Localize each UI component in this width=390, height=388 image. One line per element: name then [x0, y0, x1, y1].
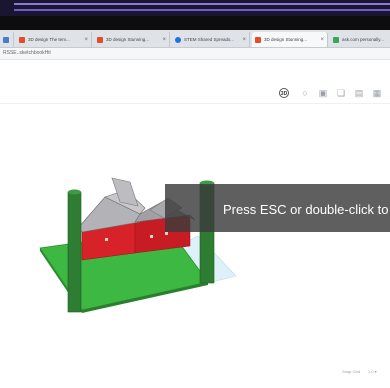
address-bar[interactable]: RSSE..sketchbookHit	[0, 48, 390, 60]
browser-tab[interactable]	[0, 32, 14, 47]
tab-title: 3D design Stunning...	[106, 37, 150, 42]
align-icon[interactable]: ▦	[372, 88, 382, 98]
close-icon[interactable]: ×	[320, 37, 324, 43]
lightbulb-icon[interactable]: ○	[300, 88, 310, 98]
browser-tab[interactable]: ask.com personally...	[330, 32, 390, 47]
window	[165, 232, 168, 235]
view-cube-icon[interactable]: 3D	[279, 88, 289, 98]
workspace-toolbar: 3D ○ ▣ ❏ ▤ ▦	[0, 82, 390, 104]
esc-hint-overlay: Press ESC or double-click to	[165, 184, 390, 232]
top-stripe	[0, 0, 390, 16]
browser-tabstrip: 3D design The tem... × 3D design Stunnin…	[0, 30, 390, 48]
favicon-icon	[333, 36, 339, 43]
close-icon[interactable]: ×	[242, 37, 246, 43]
shape-icon[interactable]: ▣	[318, 88, 328, 98]
browser-tab[interactable]: 3D design Stunning... ×	[94, 32, 170, 47]
copy-icon[interactable]: ❏	[336, 88, 346, 98]
browser-tab[interactable]: 3D design The tem... ×	[16, 32, 92, 47]
pillar-cap	[68, 189, 81, 195]
tab-title: 3D design The tem...	[28, 37, 70, 42]
snap-grid-value[interactable]: 1.0 ▾	[368, 369, 377, 374]
address-url: RSSE..sketchbookHit	[3, 50, 51, 56]
browser-tab[interactable]: STEM Shared Spreads... ×	[172, 32, 250, 47]
paste-icon[interactable]: ▤	[354, 88, 364, 98]
favicon-icon	[255, 36, 261, 43]
esc-hint-text: Press ESC or double-click to	[223, 202, 389, 217]
tab-title: ask.com personally...	[342, 37, 384, 42]
window-gap	[0, 16, 390, 30]
favicon-icon	[175, 36, 181, 43]
close-icon[interactable]: ×	[162, 37, 166, 43]
window	[150, 235, 153, 238]
tab-title: 3D design Stunning...	[264, 37, 308, 42]
favicon-icon	[19, 36, 25, 43]
favicon-icon	[3, 36, 9, 43]
favicon-icon	[97, 36, 103, 43]
stripe-band	[14, 3, 390, 5]
pillar-left[interactable]	[67, 191, 82, 313]
browser-tab-active[interactable]: 3D design Stunning... ×	[252, 32, 328, 47]
window	[105, 238, 108, 241]
close-icon[interactable]: ×	[84, 37, 88, 43]
stripe-band	[14, 9, 390, 11]
tab-title: STEM Shared Spreads...	[184, 37, 235, 42]
snap-grid-label: Snap Grid	[342, 369, 361, 374]
